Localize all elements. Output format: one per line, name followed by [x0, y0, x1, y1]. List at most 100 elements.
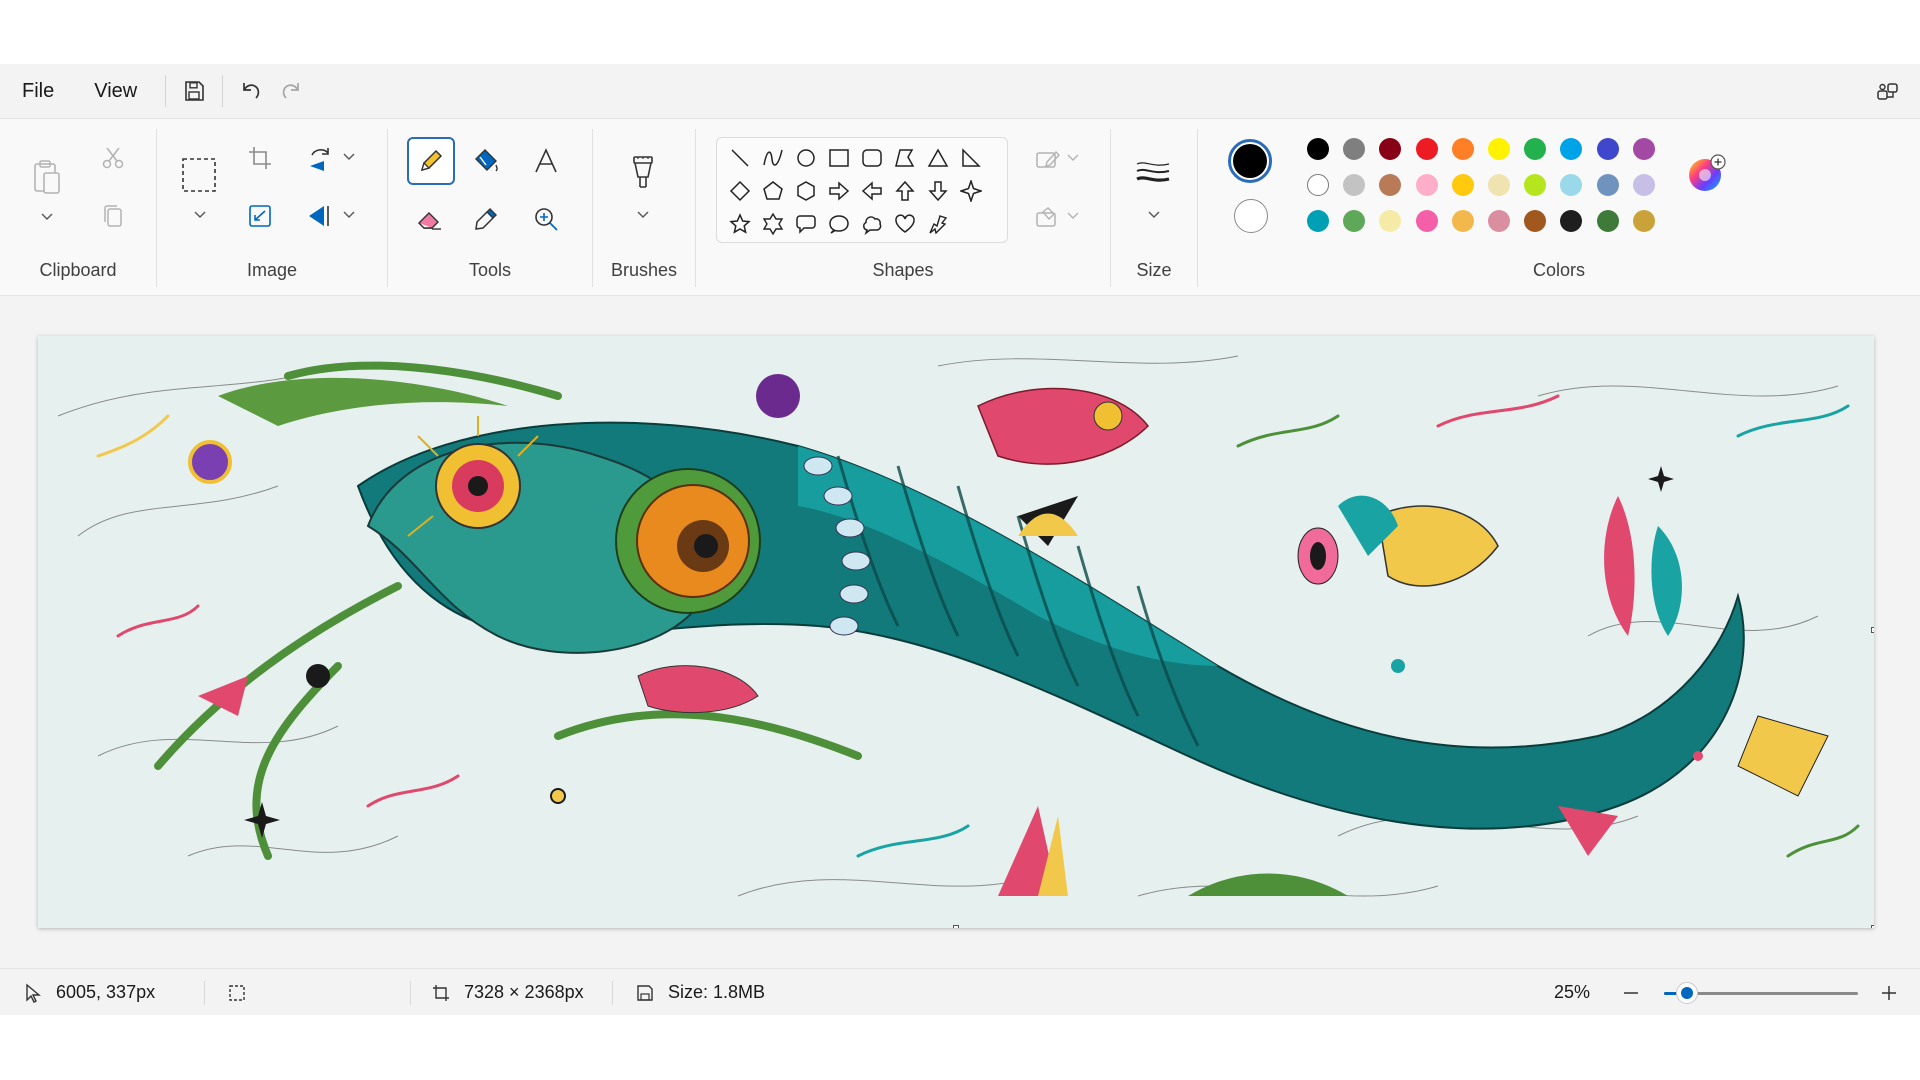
palette-swatch[interactable] — [1596, 174, 1619, 196]
zoom-out-button[interactable] — [1622, 969, 1640, 1016]
palette-swatch[interactable] — [1307, 210, 1329, 232]
palette-swatch[interactable] — [1488, 210, 1510, 232]
palette-swatch[interactable] — [1379, 174, 1402, 196]
down-arrow-shape[interactable] — [925, 178, 951, 204]
outline-dropdown[interactable] — [1066, 151, 1080, 165]
palette-swatch[interactable] — [1560, 174, 1583, 196]
triangle-shape[interactable] — [925, 145, 951, 171]
palette-swatch[interactable] — [1596, 210, 1619, 232]
six-point-star-shape[interactable] — [760, 211, 786, 237]
paint-window: File View Clipboard Image Tools Brushes … — [0, 64, 1920, 1015]
paste-dropdown[interactable] — [36, 207, 58, 227]
select-dropdown[interactable] — [189, 205, 211, 225]
right-arrow-shape[interactable] — [826, 178, 852, 204]
flip-icon — [309, 206, 329, 226]
resize-handle-bottom[interactable] — [953, 925, 959, 928]
palette-swatch[interactable] — [1632, 210, 1655, 232]
palette-swatch[interactable] — [1307, 174, 1329, 196]
flip-dropdown[interactable] — [341, 207, 357, 223]
magnifier-tool[interactable] — [528, 201, 564, 237]
rotate-button[interactable] — [303, 141, 337, 175]
palette-swatch[interactable] — [1596, 138, 1619, 160]
polygon-shape[interactable] — [892, 145, 918, 171]
palette-swatch[interactable] — [1379, 138, 1402, 160]
crop-button[interactable] — [245, 143, 275, 173]
cloud-callout-shape[interactable] — [859, 211, 885, 237]
size-dropdown[interactable] — [1143, 205, 1165, 225]
resize-handle-right[interactable] — [1871, 627, 1874, 633]
palette-swatch[interactable] — [1560, 210, 1583, 232]
palette-swatch[interactable] — [1524, 138, 1547, 160]
file-menu[interactable]: File — [2, 71, 74, 111]
size-button[interactable] — [1129, 153, 1177, 193]
shapes-gallery — [716, 137, 1008, 243]
text-tool[interactable] — [528, 143, 564, 179]
copy-button[interactable] — [98, 201, 128, 231]
save-button[interactable] — [174, 71, 214, 111]
resize-button[interactable] — [245, 201, 275, 231]
palette-swatch[interactable] — [1343, 210, 1366, 232]
diamond-shape[interactable] — [727, 178, 753, 204]
flip-button[interactable] — [303, 199, 337, 233]
rectangle-shape[interactable] — [826, 145, 852, 171]
brushes-button[interactable] — [621, 151, 665, 195]
palette-swatch[interactable] — [1451, 210, 1474, 232]
palette-swatch[interactable] — [1415, 210, 1438, 232]
curve-shape[interactable] — [760, 145, 786, 171]
edit-colors-button[interactable] — [1685, 151, 1729, 195]
palette-swatch[interactable] — [1451, 174, 1474, 196]
palette-swatch[interactable] — [1524, 174, 1547, 196]
rotate-dropdown[interactable] — [341, 149, 357, 165]
palette-swatch[interactable] — [1524, 210, 1547, 232]
heart-shape[interactable] — [892, 211, 918, 237]
oval-shape[interactable] — [793, 145, 819, 171]
chevron-down-icon — [194, 211, 206, 218]
pencil-tool[interactable] — [407, 137, 455, 185]
fill-button[interactable] — [1028, 201, 1068, 233]
paste-button[interactable] — [28, 155, 66, 199]
palette-swatch[interactable] — [1343, 138, 1366, 160]
palette-swatch[interactable] — [1632, 174, 1655, 196]
rectangular-callout-shape[interactable] — [793, 211, 819, 237]
share-button[interactable] — [1868, 72, 1908, 112]
oval-callout-shape[interactable] — [826, 211, 852, 237]
right-triangle-shape[interactable] — [958, 145, 984, 171]
hexagon-shape[interactable] — [793, 178, 819, 204]
zoom-slider-thumb[interactable] — [1676, 982, 1699, 1004]
view-menu[interactable]: View — [74, 71, 157, 111]
fill-dropdown[interactable] — [1066, 209, 1080, 223]
left-arrow-shape[interactable] — [859, 178, 885, 204]
select-button[interactable] — [179, 155, 219, 195]
palette-swatch[interactable] — [1560, 138, 1583, 160]
lightning-shape[interactable] — [925, 211, 951, 237]
undo-button[interactable] — [231, 71, 271, 111]
color-picker-tool[interactable] — [468, 201, 504, 237]
zoom-in-button[interactable] — [1880, 969, 1898, 1016]
palette-swatch[interactable] — [1415, 138, 1438, 160]
palette-swatch[interactable] — [1307, 138, 1329, 160]
five-point-star-shape[interactable] — [727, 211, 753, 237]
brushes-dropdown[interactable] — [632, 205, 654, 225]
palette-swatch[interactable] — [1379, 210, 1402, 232]
redo-button[interactable] — [271, 71, 311, 111]
palette-swatch[interactable] — [1488, 174, 1510, 196]
outline-button[interactable] — [1028, 143, 1068, 175]
palette-swatch[interactable] — [1415, 174, 1438, 196]
secondary-color-swatch[interactable] — [1234, 199, 1268, 233]
palette-swatch[interactable] — [1632, 138, 1655, 160]
palette-swatch[interactable] — [1488, 138, 1510, 160]
cut-button[interactable] — [98, 143, 128, 173]
palette-swatch[interactable] — [1343, 174, 1366, 196]
primary-color-swatch[interactable] — [1228, 139, 1272, 183]
up-arrow-shape[interactable] — [892, 178, 918, 204]
drawing-canvas[interactable] — [38, 336, 1874, 928]
four-point-star-shape[interactable] — [958, 178, 984, 204]
rectangle-icon — [829, 149, 849, 167]
resize-handle-corner[interactable] — [1871, 925, 1874, 928]
palette-swatch[interactable] — [1451, 138, 1474, 160]
rounded-rectangle-shape[interactable] — [859, 145, 885, 171]
fill-tool[interactable] — [468, 143, 504, 179]
line-shape[interactable] — [727, 145, 753, 171]
eraser-tool[interactable] — [412, 201, 448, 237]
pentagon-shape[interactable] — [760, 178, 786, 204]
